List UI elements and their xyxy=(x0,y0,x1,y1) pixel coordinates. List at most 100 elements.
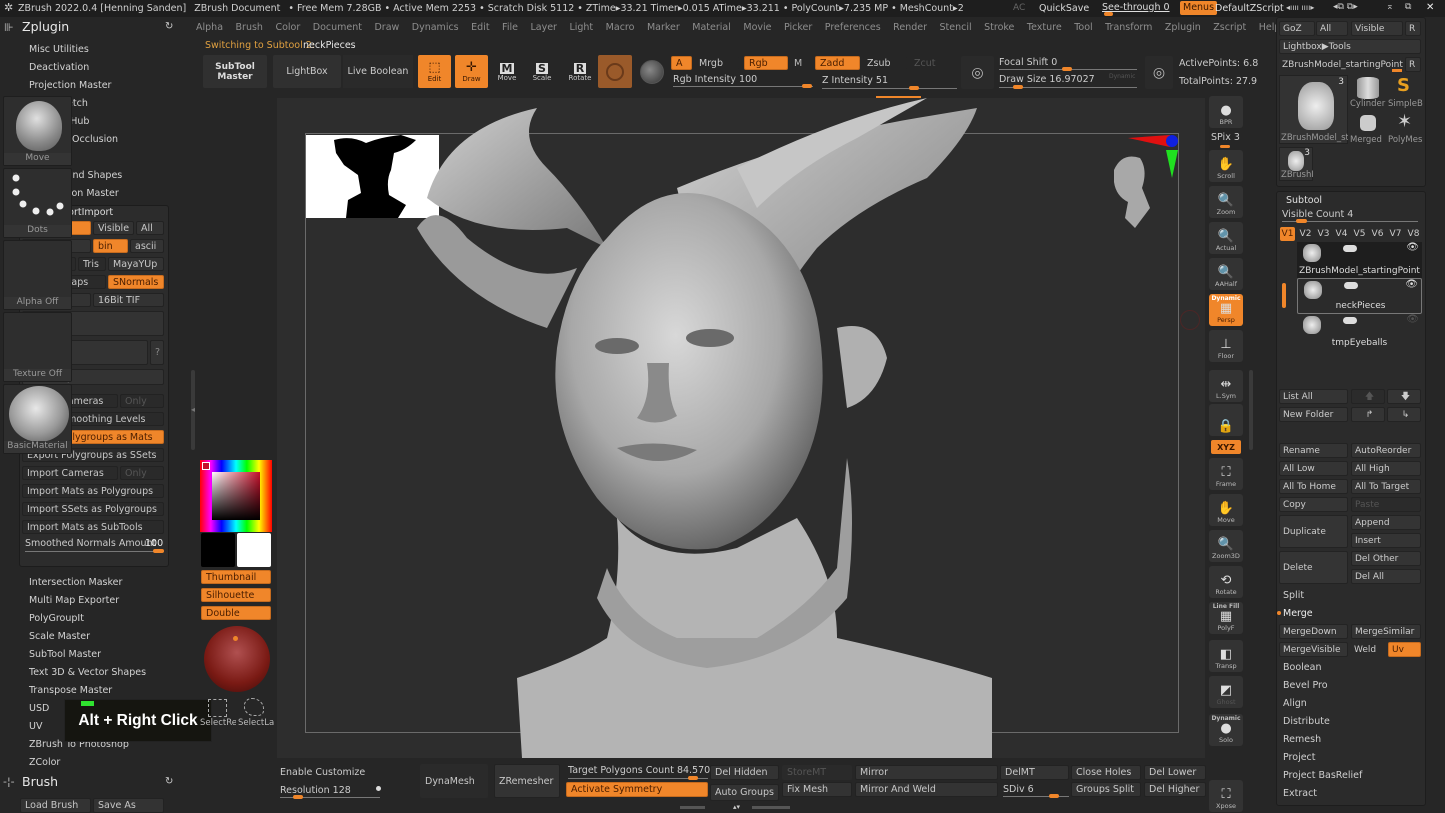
menus-toggle[interactable]: Menus xyxy=(1180,1,1218,15)
persp-button[interactable]: Dynamic ▦ Persp xyxy=(1209,294,1243,326)
spix-slider[interactable]: SPix 3 xyxy=(1211,132,1240,143)
edit-mode-button[interactable]: ⬚ Edit xyxy=(418,55,451,88)
lightbox-tools-button[interactable]: Lightbox▶Tools xyxy=(1279,39,1421,54)
merge-section[interactable]: Merge xyxy=(1283,608,1313,619)
version-tab-v1[interactable]: V1 xyxy=(1280,227,1295,241)
weld-toggle[interactable]: Weld xyxy=(1351,642,1385,657)
del-all-button[interactable]: Del All xyxy=(1351,569,1421,584)
move-mode-button[interactable]: M Move xyxy=(494,57,520,87)
color-picker[interactable] xyxy=(200,460,272,532)
plugin-item[interactable]: Multi Map Exporter xyxy=(29,595,119,606)
fix-mesh-button[interactable]: Fix Mesh xyxy=(782,782,852,797)
menu-brush[interactable]: Brush xyxy=(236,22,263,33)
menu-color[interactable]: Color xyxy=(275,22,300,33)
goz-visible-button[interactable]: Visible xyxy=(1351,21,1403,36)
sdiv-slider[interactable] xyxy=(1003,796,1069,797)
zoom3d-button[interactable]: 🔍 Zoom3D xyxy=(1209,530,1243,562)
dynamesh-button[interactable]: DynaMesh xyxy=(420,764,488,798)
tool-thumb-polymesh[interactable]: ✶ PolyMes xyxy=(1387,111,1423,145)
uv-toggle[interactable]: Uv xyxy=(1388,642,1421,657)
subtool-polypaint-toggle[interactable] xyxy=(1344,282,1358,289)
brush-title[interactable]: Brush xyxy=(22,774,58,789)
activate-symmetry-toggle[interactable]: Activate Symmetry xyxy=(566,782,708,797)
mirror-button[interactable]: Mirror xyxy=(855,765,998,780)
close-icon[interactable]: ✕ xyxy=(1426,2,1434,13)
all-low-button[interactable]: All Low xyxy=(1279,461,1348,476)
move-button[interactable]: ✋ Move xyxy=(1209,494,1243,526)
orientation-gizmo[interactable] xyxy=(1100,130,1185,230)
lightbox-button[interactable]: LightBox xyxy=(273,55,341,88)
plugin-item[interactable]: PolyGroupIt xyxy=(29,613,84,624)
select-rect-icon[interactable] xyxy=(208,699,227,717)
paste-button[interactable]: Paste xyxy=(1351,497,1421,512)
zoom-button[interactable]: 🔍 Zoom xyxy=(1209,186,1243,218)
xyz-button[interactable]: XYZ xyxy=(1211,440,1241,454)
m-toggle[interactable]: M xyxy=(794,58,802,69)
version-tab-v2[interactable]: V2 xyxy=(1298,227,1313,241)
color-saturation-square[interactable] xyxy=(212,472,260,520)
zremesher-button[interactable]: ZRemesher xyxy=(494,764,560,798)
menu-texture[interactable]: Texture xyxy=(1027,22,1062,33)
scale-mode-button[interactable]: S Scale xyxy=(529,57,555,87)
version-tab-v4[interactable]: V4 xyxy=(1334,227,1349,241)
see-through-slider[interactable]: See-through 0 xyxy=(1102,2,1170,13)
polyf-button[interactable]: Line Fill ▦ PolyF xyxy=(1209,602,1243,634)
section-project-basrelief[interactable]: Project BasRelief xyxy=(1283,770,1362,781)
aahalf-button[interactable]: 🔍 AAHalf xyxy=(1209,258,1243,290)
tool-thumb-simpleb[interactable]: S SimpleB xyxy=(1387,75,1423,109)
list-all-button[interactable]: List All xyxy=(1279,389,1348,404)
load-brush-button[interactable]: Load Brush xyxy=(20,798,91,813)
rgb-intensity-slider[interactable] xyxy=(673,86,813,87)
menu-material[interactable]: Material xyxy=(692,22,731,33)
bpr-button[interactable]: ● BPR xyxy=(1209,96,1243,128)
texture-picker[interactable]: Texture Off xyxy=(3,312,72,382)
import-cameras-toggle[interactable]: Import Cameras xyxy=(22,466,118,480)
move-down-button[interactable]: 🡇 xyxy=(1387,389,1421,404)
zplugin-title[interactable]: Zplugin xyxy=(22,19,69,34)
dynamic-toggle[interactable]: Dynamic xyxy=(1109,73,1135,80)
duplicate-button[interactable]: Duplicate xyxy=(1279,515,1348,548)
thumbnail-toggle[interactable]: Thumbnail xyxy=(201,570,271,584)
target-polygons-slider[interactable] xyxy=(568,778,708,779)
tool-slider-knob[interactable] xyxy=(1392,69,1402,72)
menu-file[interactable]: File xyxy=(502,22,518,33)
version-tab-v3[interactable]: V3 xyxy=(1316,227,1331,241)
secondary-color-swatch[interactable] xyxy=(237,533,271,567)
tool-r-button[interactable]: R xyxy=(1405,57,1421,72)
menu-document[interactable]: Document xyxy=(313,22,362,33)
menu-tool[interactable]: Tool xyxy=(1074,22,1092,33)
store-mt-button[interactable]: StoreMT xyxy=(782,765,852,780)
menu-layer[interactable]: Layer xyxy=(530,22,557,33)
silhouette-toggle[interactable]: Silhouette xyxy=(201,588,271,602)
menu-zplugin[interactable]: Zplugin xyxy=(1165,22,1201,33)
move-into-folder-button[interactable]: ↱ xyxy=(1351,407,1385,422)
import-ssets-polygroups-toggle[interactable]: Import SSets as Polygroups xyxy=(22,502,164,516)
double-toggle[interactable]: Double xyxy=(201,606,271,620)
smoothed-normals-slider[interactable] xyxy=(25,551,164,552)
eye-icon[interactable]: 👁 xyxy=(1405,279,1418,290)
snormals-toggle[interactable]: SNormals xyxy=(108,275,164,289)
section-bevel-pro[interactable]: Bevel Pro xyxy=(1283,680,1328,691)
subtool-master-button[interactable]: SubTool Master xyxy=(203,55,267,88)
layout-toggle-icon[interactable]: ◂⧉ ⧉▸ xyxy=(1333,2,1358,12)
menu-zscript[interactable]: Zscript xyxy=(1213,22,1246,33)
all-to-home-button[interactable]: All To Home xyxy=(1279,479,1348,494)
all-high-button[interactable]: All High xyxy=(1351,461,1421,476)
hue-marker[interactable] xyxy=(202,462,210,470)
target-polygons-knob[interactable] xyxy=(688,776,698,780)
xpose-button[interactable]: ⛶ Xpose xyxy=(1209,780,1243,812)
rgb-toggle[interactable]: Rgb xyxy=(744,56,788,70)
del-mt-button[interactable]: DelMT xyxy=(1000,765,1069,780)
new-folder-button[interactable]: New Folder xyxy=(1279,407,1348,422)
plugin-item[interactable]: Intersection Masker xyxy=(29,577,122,588)
menu-picker[interactable]: Picker xyxy=(784,22,812,33)
menu-transform[interactable]: Transform xyxy=(1105,22,1152,33)
plugin-item[interactable]: UV xyxy=(29,721,42,732)
import-mats-subtools-toggle[interactable]: Import Mats as SubTools xyxy=(22,520,164,534)
copy-button[interactable]: Copy xyxy=(1279,497,1348,512)
merge-visible-button[interactable]: MergeVisible xyxy=(1279,642,1348,657)
restore-icon[interactable]: ⧉ xyxy=(1405,2,1411,12)
section-project[interactable]: Project xyxy=(1283,752,1316,763)
menu-marker[interactable]: Marker xyxy=(647,22,680,33)
enable-customize-toggle[interactable]: Enable Customize xyxy=(280,767,365,778)
